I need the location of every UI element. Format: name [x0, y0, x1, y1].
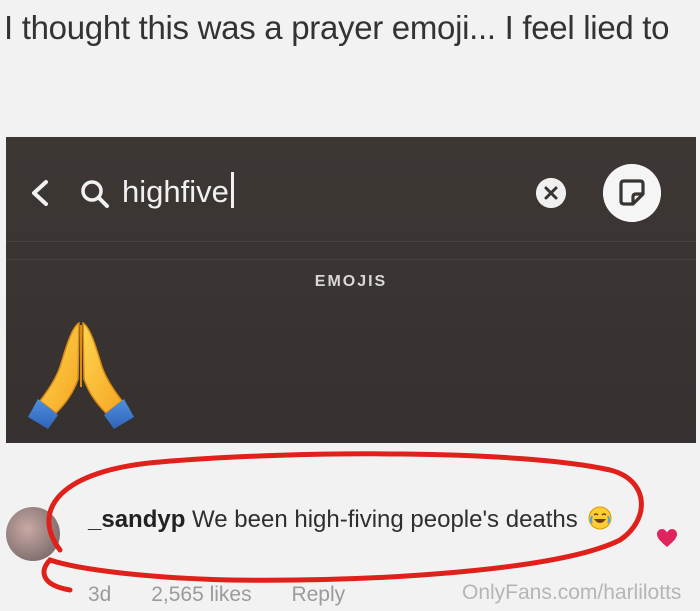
watermark: OnlyFans.com/harlilotts	[462, 581, 682, 604]
search-query-text: highfive	[122, 174, 229, 209]
section-label-emojis: EMOJIS	[314, 273, 388, 290]
search-input[interactable]: highfive	[122, 170, 234, 214]
divider	[6, 241, 696, 242]
comment-meta: 3d 2,565 likes Reply	[88, 583, 379, 607]
clear-x-icon[interactable]	[536, 178, 566, 208]
text-caret	[230, 172, 234, 208]
post-text: I thought this was a prayer emoji... I f…	[4, 9, 670, 46]
comment-username[interactable]: _sandyp	[88, 506, 185, 533]
folded-hands-emoji[interactable]	[22, 317, 140, 435]
emoji-search-screenshot: highfive EMOJIS	[6, 137, 696, 443]
crying-laughing-emoji	[588, 506, 612, 530]
chevron-left-icon[interactable]	[28, 179, 52, 207]
heart-icon[interactable]	[656, 528, 678, 548]
avatar[interactable]	[6, 507, 60, 561]
search-icon	[81, 180, 109, 208]
divider	[6, 259, 696, 260]
reply-link[interactable]: Reply	[291, 583, 345, 606]
comment-body: _sandyp We been high-fiving people's dea…	[88, 504, 628, 536]
sticker-icon[interactable]	[603, 164, 661, 222]
comment-time: 3d	[88, 583, 112, 606]
comment-likes[interactable]: 2,565 likes	[151, 583, 251, 606]
comment-text: We been high-fiving people's deaths	[192, 506, 578, 533]
